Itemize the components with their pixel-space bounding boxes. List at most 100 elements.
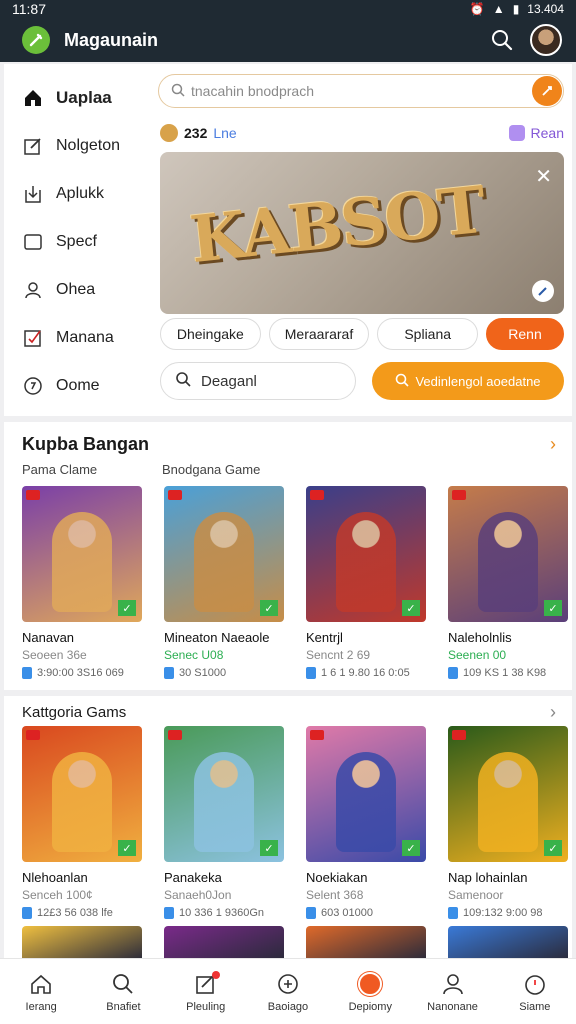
chip-spliana[interactable]: Spliana [377, 318, 479, 350]
game-meta-text: 1 6 1 9.80 16 0:05 [321, 667, 410, 679]
game-card[interactable]: ✓ Nlehoanlan Senceh 100¢ 12£3 56 038 lfe [22, 726, 142, 919]
search-submit-button[interactable] [532, 76, 562, 106]
sidebar: Uaplaa Nolgeton Aplukk Specf Ohea Manana… [22, 74, 146, 410]
game-name: Kentrjl [306, 630, 343, 645]
game-thumbnail-peek[interactable] [448, 926, 568, 960]
game-subtitle: Seenen 00 [448, 648, 507, 662]
info-icon [306, 907, 316, 919]
nav-item-depiomy[interactable]: Depiomy [329, 959, 411, 1024]
sidebar-item-home[interactable]: Uaplaa [22, 74, 146, 122]
edit-icon [22, 135, 44, 157]
game-name: Nlehoanlan [22, 870, 88, 885]
chip-dheingake[interactable]: Dheingake [160, 318, 261, 350]
badge-icon [26, 730, 40, 740]
chip-renn[interactable]: Renn [486, 318, 565, 350]
search-input[interactable]: tnacahin bnodprach [158, 74, 564, 108]
info-icon [448, 667, 458, 679]
secondary-search-label: Deaganl [201, 372, 257, 390]
hero-title: KABSOT [186, 172, 488, 279]
section-subtitle-right: Bnodgana Game [162, 462, 261, 477]
badge-icon [452, 490, 466, 500]
game-card[interactable]: ✓ Nap lohainlan Samenoor 109:132 9:00 98 [448, 726, 568, 919]
game-card[interactable]: ✓ Kentrjl Sencnt 2 69 1 6 1 9.80 16 0:05 [306, 486, 426, 679]
nav-item-baoiago[interactable]: Baoiago [247, 959, 329, 1024]
game-subtitle: Seoeen 36e [22, 648, 87, 662]
info-icon [22, 907, 32, 919]
nav-item-nanonane[interactable]: Nanonane [411, 959, 493, 1024]
badge-icon [22, 375, 44, 397]
hero-banner[interactable]: KABSOT ✕ [160, 152, 564, 314]
game-thumbnail-peek[interactable] [164, 926, 284, 960]
check-icon: ✓ [118, 600, 136, 616]
status-bar: 11:87 ⏰ ▲ ▮ 13.404 [0, 0, 576, 18]
game-meta-text: 109:132 9:00 98 [463, 907, 543, 919]
check-icon: ✓ [402, 600, 420, 616]
search-icon [395, 373, 410, 390]
game-card[interactable]: ✓ Noekiakan Selent 368 603 01000 [306, 726, 426, 919]
sidebar-item-ohea[interactable]: Ohea [22, 266, 146, 314]
game-card[interactable]: ✓ Panakeka Sanaeh0Jon 10 336 1 9360Gn [164, 726, 284, 919]
square-icon [22, 231, 44, 253]
badge-icon [310, 490, 324, 500]
wifi-icon: ▲ [492, 2, 505, 16]
game-meta-text: 603 01000 [321, 907, 373, 919]
game-thumbnail: ✓ [306, 486, 426, 622]
nav-item-pleuling[interactable]: Pleuling [165, 959, 247, 1024]
game-name: Naleholnlis [448, 630, 512, 645]
search-icon[interactable] [488, 26, 516, 54]
game-meta-text: 10 336 1 9360Gn [179, 907, 265, 919]
app-bar: Magaunain [0, 18, 576, 62]
sidebar-item-oome[interactable]: Oome [22, 362, 146, 410]
game-card[interactable]: ✓ Nanavan Seoeen 36e 3:90:00 3S16 069 [22, 486, 142, 679]
sidebar-item-manana[interactable]: Manana [22, 314, 146, 362]
secondary-search-input[interactable]: Deaganl [160, 362, 356, 400]
check-icon: ✓ [402, 840, 420, 856]
info-icon [164, 907, 174, 919]
info-icon [448, 907, 458, 919]
game-card[interactable]: ✓ Naleholnlis Seenen 00 109 KS 1 38 K98 [448, 486, 568, 679]
badge-icon [168, 490, 182, 500]
game-meta-text: 3:90:00 3S16 069 [37, 667, 124, 679]
meta-tag[interactable]: Lne [213, 125, 236, 141]
game-thumbnail-peek[interactable] [306, 926, 426, 960]
close-icon[interactable]: ✕ [535, 164, 552, 189]
game-name: Nanavan [22, 630, 75, 645]
nav-item-siame[interactable]: Siame [494, 959, 576, 1024]
download-icon [22, 183, 44, 205]
nav-item-bnafiet[interactable]: Bnafiet [82, 959, 164, 1024]
sidebar-item-aplukk[interactable]: Aplukk [22, 170, 146, 218]
sidebar-item-nolgeton[interactable]: Nolgeton [22, 122, 146, 170]
search-icon [109, 971, 137, 997]
read-link[interactable]: Rean [508, 125, 564, 141]
sidebar-item-specf[interactable]: Specf [22, 218, 146, 266]
game-subtitle: Senec U08 [164, 648, 224, 662]
chip-row: Dheingake Meraararaf Spliana Renn [160, 318, 565, 352]
nav-item-ierang[interactable]: Ierang [0, 959, 82, 1024]
gamepad-icon [274, 971, 302, 997]
sidebar-item-label: Ohea [56, 281, 96, 298]
game-thumbnail-peek[interactable] [22, 926, 142, 960]
check-icon: ✓ [260, 600, 278, 616]
section-title: Kattgoria Gams [22, 704, 127, 721]
game-thumbnail: ✓ [22, 486, 142, 622]
chevron-right-icon[interactable]: › [550, 702, 556, 723]
search-icon [175, 371, 191, 391]
notification-dot [211, 970, 220, 979]
check-icon: ✓ [118, 840, 136, 856]
section-subtitle-left: Pama Clame [22, 462, 98, 477]
card-row: ✓ Nanavan Seoeen 36e 3:90:00 3S16 069 ✓ Minea… [22, 486, 568, 679]
game-thumbnail: ✓ [448, 726, 568, 862]
search-placeholder: tnacahin bnodprach [191, 83, 314, 99]
avatar[interactable] [530, 24, 562, 56]
chevron-right-icon[interactable]: › [550, 434, 556, 455]
game-subtitle: Sencnt 2 69 [306, 648, 371, 662]
game-meta: 109 KS 1 38 K98 [448, 667, 568, 679]
game-card[interactable]: ✓ Mineaton Naeaole Senec U08 30 S1000 [164, 486, 284, 679]
app-logo-icon[interactable] [22, 26, 50, 54]
game-subtitle: Senceh 100¢ [22, 888, 93, 902]
cta-button[interactable]: Vedinlengol aoedatne [372, 362, 564, 400]
badge-icon [26, 490, 40, 500]
alarm-icon: ⏰ [469, 2, 485, 16]
edit-icon[interactable] [532, 280, 554, 302]
chip-meraararaf[interactable]: Meraararaf [268, 318, 370, 350]
